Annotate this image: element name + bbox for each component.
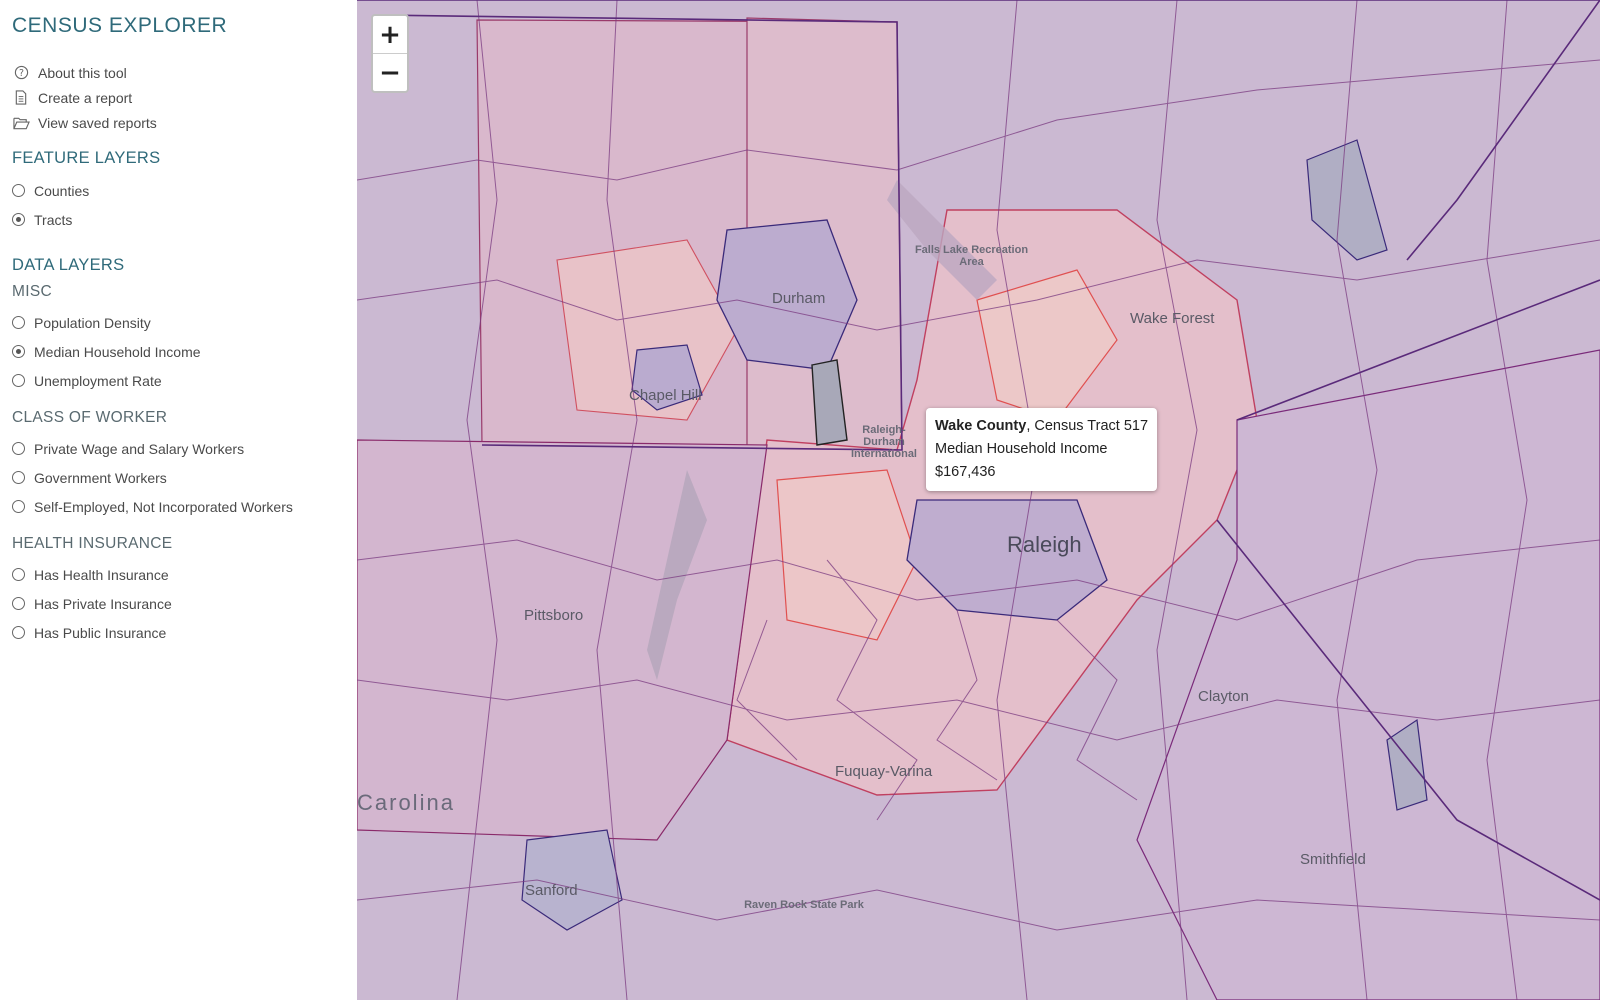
data-option-label: Has Private Insurance [34, 595, 172, 612]
place-label-durham: Durham [772, 290, 826, 307]
layer-option-counties[interactable]: Counties [12, 176, 357, 205]
data-option-self-employed[interactable]: Self-Employed, Not Incorporated Workers [12, 492, 357, 521]
data-option-has-health-insurance[interactable]: Has Health Insurance [12, 560, 357, 589]
data-option-private-wage[interactable]: Private Wage and Salary Workers [12, 434, 357, 463]
app-title: CENSUS EXPLORER [12, 14, 228, 37]
create-report-label: Create a report [38, 89, 133, 106]
about-link[interactable]: ? About this tool [12, 60, 357, 85]
data-option-label: Has Public Insurance [34, 624, 167, 641]
saved-reports-link[interactable]: View saved reports [12, 110, 357, 135]
layer-option-label: Counties [34, 182, 90, 199]
zoom-out-button[interactable]: − [373, 53, 407, 91]
place-label-wake-forest: Wake Forest [1130, 310, 1215, 327]
data-option-label: Private Wage and Salary Workers [34, 440, 245, 457]
feature-layers-title: FEATURE LAYERS [12, 149, 161, 167]
place-label-chapel-hill: Chapel Hill [629, 387, 702, 404]
place-label-fuquay: Fuquay-Varina [835, 763, 933, 780]
data-option-has-public-insurance[interactable]: Has Public Insurance [12, 618, 357, 647]
data-option-government-workers[interactable]: Government Workers [12, 463, 357, 492]
tooltip-county: Wake County [935, 418, 1027, 434]
document-icon [12, 89, 30, 107]
data-option-median-household-income[interactable]: Median Household Income [12, 337, 357, 366]
question-circle-icon: ? [12, 64, 30, 82]
radio-tracts[interactable] [12, 213, 25, 226]
tooltip-tract: , Census Tract 517 [1026, 418, 1149, 434]
radio-counties[interactable] [12, 184, 25, 197]
radio-has-private-insurance[interactable] [12, 597, 25, 610]
zoom-in-button[interactable]: + [373, 16, 407, 53]
about-link-label: About this tool [38, 64, 127, 81]
place-label-clayton: Clayton [1198, 688, 1249, 705]
radio-population-density[interactable] [12, 316, 25, 329]
data-option-population-density[interactable]: Population Density [12, 308, 357, 337]
data-option-label: Has Health Insurance [34, 566, 169, 583]
data-layers-title: DATA LAYERS [12, 256, 125, 274]
map-canvas[interactable]: + − Durham Chapel Hill Wake Forest Falls… [357, 0, 1600, 1000]
place-label-sanford: Sanford [525, 882, 578, 899]
place-label-pittsboro: Pittsboro [524, 607, 584, 624]
layer-option-tracts[interactable]: Tracts [12, 205, 357, 234]
radio-private-wage[interactable] [12, 442, 25, 455]
data-option-has-private-insurance[interactable]: Has Private Insurance [12, 589, 357, 618]
data-option-label: Median Household Income [34, 343, 201, 360]
tooltip-metric: Median Household Income [935, 441, 1108, 457]
radio-government-workers[interactable] [12, 471, 25, 484]
choropleth-layer[interactable] [357, 0, 1600, 1000]
place-label-rdu: Raleigh-Durham International [850, 424, 917, 460]
radio-unemployment-rate[interactable] [12, 374, 25, 387]
create-report-link[interactable]: Create a report [12, 85, 357, 110]
tooltip-value: $167,436 [935, 464, 996, 480]
radio-self-employed[interactable] [12, 500, 25, 513]
radio-has-public-insurance[interactable] [12, 626, 25, 639]
layer-option-label: Tracts [34, 211, 73, 228]
radio-median-household-income[interactable] [12, 345, 25, 358]
data-option-label: Government Workers [34, 469, 167, 486]
tool-links: ? About this tool Create a report View s… [12, 60, 357, 135]
place-label-raleigh: Raleigh [1007, 532, 1082, 557]
group-title-misc: MISC [12, 283, 52, 300]
place-label-carolina: Carolina [357, 790, 455, 815]
group-title-class-of-worker: CLASS OF WORKER [12, 409, 168, 426]
data-option-label: Population Density [34, 314, 151, 331]
place-label-smithfield: Smithfield [1300, 851, 1366, 868]
svg-text:?: ? [19, 68, 24, 79]
folder-open-icon [12, 114, 30, 132]
map-tooltip: Wake County, Census Tract 517 Median Hou… [926, 408, 1158, 491]
tooltip-title-row: Wake County, Census Tract 517 [935, 415, 1148, 438]
data-option-label: Self-Employed, Not Incorporated Workers [34, 498, 293, 515]
group-title-health-insurance: HEALTH INSURANCE [12, 535, 173, 552]
data-option-label: Unemployment Rate [34, 372, 162, 389]
data-option-unemployment-rate[interactable]: Unemployment Rate [12, 366, 357, 395]
saved-reports-label: View saved reports [38, 114, 157, 131]
place-label-raven-rock: Raven Rock State Park [744, 899, 864, 911]
sidebar: CENSUS EXPLORER ? About this tool Create… [0, 0, 357, 1000]
place-label-falls-lake: Falls Lake Recreation Area [914, 244, 1029, 268]
zoom-control: + − [371, 14, 409, 93]
radio-has-health-insurance[interactable] [12, 568, 25, 581]
